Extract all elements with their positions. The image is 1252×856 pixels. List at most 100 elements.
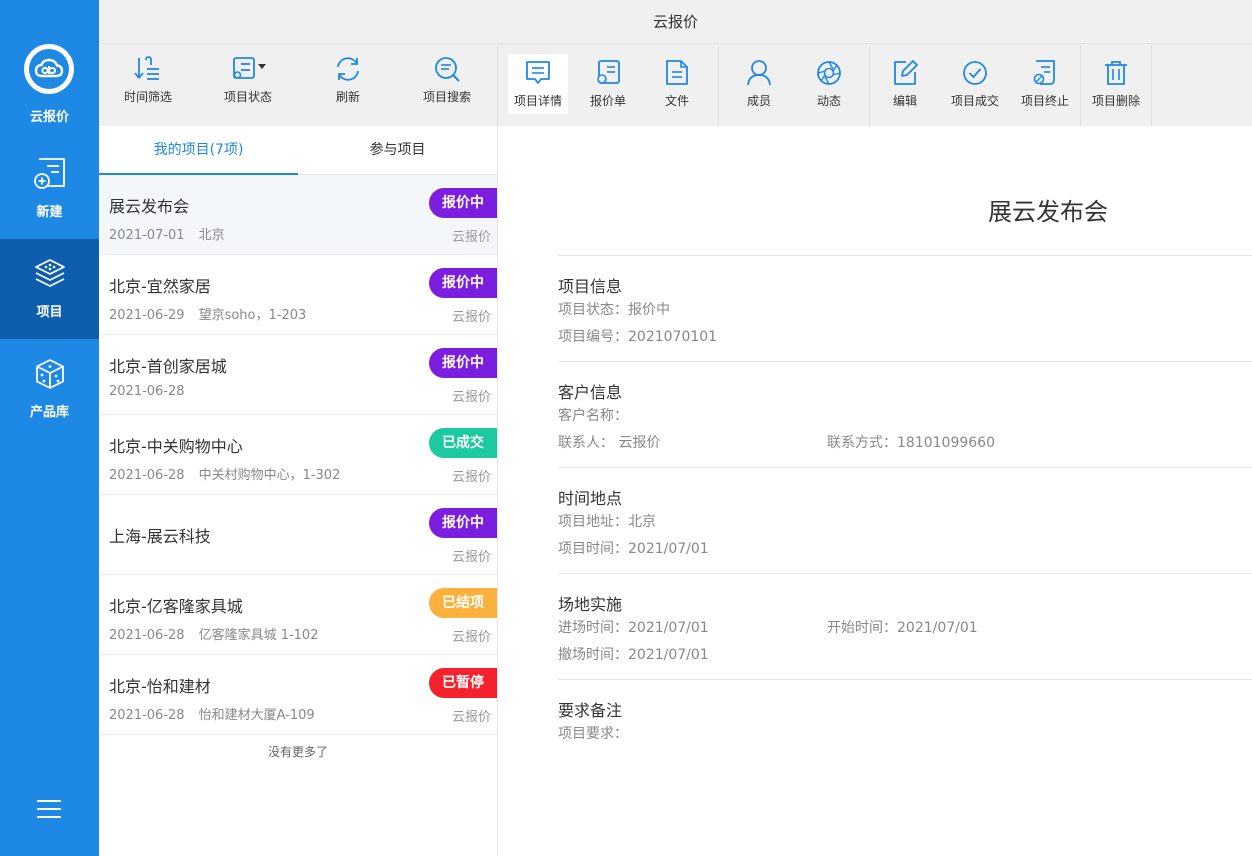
detail-icon	[526, 61, 550, 84]
project-name: 上海-展云科技	[109, 527, 211, 546]
project-number-value: 项目编号：2021070101	[558, 329, 718, 345]
project-date: 2021-06-28	[109, 708, 185, 723]
edit-button[interactable]: 编辑	[885, 54, 925, 114]
project-status-button[interactable]: 项目状态	[219, 54, 277, 114]
project-name: 北京-亿客隆家具城	[109, 597, 243, 616]
start-time-value: 开始时间：2021/07/01	[827, 620, 978, 636]
project-status-value: 项目状态：报价中	[558, 302, 670, 318]
quote-sheet-button[interactable]: 报价单	[583, 54, 633, 114]
activity-button[interactable]: 动态	[809, 54, 849, 114]
project-date: 2021-06-28	[109, 384, 185, 399]
section-site: 场地实施 进场时间：2021/07/01 开始时间：2021/07/01 撤场时…	[558, 573, 1252, 679]
project-date: 2021-06-29	[109, 308, 185, 323]
project-delete-button[interactable]: 项目删除	[1086, 54, 1146, 114]
project-meta: 2021-06-28 亿客隆家具城 1-102	[109, 624, 318, 643]
project-meta: 2021-06-28 怡和建材大厦A-109	[109, 704, 315, 723]
time-filter-label: 时间筛选	[123, 90, 172, 104]
project-list-item[interactable]: 展云发布会 2021-07-01 北京 报价中 云报价	[99, 175, 497, 255]
trash-icon	[1105, 61, 1127, 85]
project-source: 云报价	[451, 630, 491, 645]
project-name: 展云发布会	[109, 197, 190, 216]
nav-item-new-label: 新建	[36, 205, 63, 220]
project-deal-label: 项目成交	[950, 94, 999, 108]
files-label: 文件	[664, 94, 689, 108]
status-dropdown-icon	[233, 57, 266, 79]
status-badge: 报价中	[429, 508, 497, 538]
cube-icon	[36, 359, 64, 389]
refresh-label: 刷新	[335, 90, 360, 104]
nav-item-projects[interactable]: 项目	[0, 239, 99, 339]
app-logo[interactable]: 云报价	[0, 0, 99, 140]
project-date: 2021-06-28	[109, 628, 185, 643]
user-icon	[747, 60, 771, 86]
project-location: 怡和建材大厦A-109	[198, 708, 315, 723]
tab-my-projects[interactable]: 我的项目(7项)	[99, 126, 298, 175]
time-filter-button[interactable]: 时间筛选	[119, 54, 177, 114]
section-time-place: 时间地点 项目地址：北京 项目时间：2021/07/01	[558, 467, 1252, 573]
section-heading: 要求备注	[558, 701, 623, 720]
project-detail-button[interactable]: 项目详情	[508, 54, 568, 114]
project-name: 北京-首创家居城	[109, 357, 227, 376]
left-nav: 云报价 新建 项目 产品库	[0, 0, 99, 856]
project-meta: 2021-06-29 望京soho，1-203	[109, 304, 306, 323]
project-list-item[interactable]: 北京-中关购物中心 2021-06-28 中关村购物中心，1-302 已成交 云报…	[99, 415, 497, 495]
project-search-button[interactable]: 项目搜索	[417, 54, 477, 114]
terminate-document-icon	[1033, 60, 1055, 85]
project-list-item[interactable]: 上海-展云科技 报价中 云报价	[99, 495, 497, 575]
status-badge: 已成交	[429, 428, 497, 458]
toolbar-divider	[1080, 46, 1081, 126]
project-location: 望京soho，1-203	[198, 308, 307, 323]
nav-item-product-library[interactable]: 产品库	[0, 339, 99, 439]
project-list-item[interactable]: 北京-怡和建材 2021-06-28 怡和建材大厦A-109 已暂停 云报价	[99, 655, 497, 735]
refresh-icon	[337, 57, 359, 81]
project-list-item[interactable]: 北京-首创家居城 2021-06-28 报价中 云报价	[99, 335, 497, 415]
project-source: 云报价	[451, 470, 491, 485]
project-terminate-button[interactable]: 项目终止	[1015, 54, 1075, 114]
nav-item-new[interactable]: 新建	[0, 139, 99, 239]
files-button[interactable]: 文件	[657, 54, 697, 114]
status-badge: 报价中	[429, 268, 497, 298]
project-delete-label: 项目删除	[1091, 94, 1140, 108]
project-list-item[interactable]: 北京-宜然家居 2021-06-29 望京soho，1-203 报价中 云报价	[99, 255, 497, 335]
new-document-icon	[34, 158, 65, 189]
cloud-logo-icon	[24, 44, 74, 94]
file-icon	[666, 60, 688, 85]
project-search-label: 项目搜索	[422, 90, 471, 104]
project-source: 云报价	[451, 710, 491, 725]
project-meta: 2021-07-01 北京	[109, 224, 225, 243]
section-customer-info: 客户信息 客户名称： 联系人： 云报价 联系方式：18101099660	[558, 361, 1252, 467]
project-detail-panel: 展云发布会 项目信息 项目状态：报价中 项目编号：2021070101 客户信息…	[498, 126, 1252, 856]
sort-icon	[134, 56, 159, 80]
project-deal-button[interactable]: 项目成交	[945, 54, 1005, 114]
quote-sheet-icon	[597, 60, 620, 84]
project-name: 北京-中关购物中心	[109, 437, 243, 456]
project-time-value: 项目时间：2021/07/01	[558, 541, 709, 557]
toolbar-divider	[497, 46, 498, 126]
status-badge: 报价中	[429, 188, 497, 218]
search-icon	[435, 57, 460, 82]
project-source: 云报价	[451, 310, 491, 325]
refresh-button[interactable]: 刷新	[327, 54, 369, 114]
enter-time-value: 进场时间：2021/07/01	[558, 620, 709, 636]
toolbar-divider	[718, 46, 719, 126]
project-list-panel: 我的项目(7项) 参与项目 展云发布会 2021-07-01 北京 报价中 云报价…	[99, 126, 498, 856]
nav-item-projects-label: 项目	[36, 305, 63, 320]
project-meta: 2021-06-28 中关村购物中心，1-302	[109, 464, 340, 483]
exit-time-value: 撤场时间：2021/07/01	[558, 647, 709, 663]
section-project-info: 项目信息 项目状态：报价中 项目编号：2021070101	[558, 255, 1252, 361]
project-name: 北京-怡和建材	[109, 677, 211, 696]
project-detail-label: 项目详情	[513, 94, 562, 108]
no-more-text: 没有更多了	[267, 745, 328, 759]
customer-name-value: 客户名称：	[558, 408, 628, 424]
project-list-item[interactable]: 北京-亿客隆家具城 2021-06-28 亿客隆家具城 1-102 已结项 云报价	[99, 575, 497, 655]
edit-label: 编辑	[892, 94, 917, 108]
toolbar: 时间筛选 项目状态 刷新 项目搜索 项目详情 报价单 文件 成员 动态 编辑 项…	[99, 44, 1252, 126]
members-button[interactable]: 成员	[739, 54, 779, 114]
section-heading: 项目信息	[558, 277, 623, 296]
contact-phone-value: 联系方式：18101099660	[827, 435, 995, 451]
check-circle-icon	[963, 61, 987, 85]
project-source: 云报价	[451, 230, 491, 245]
hamburger-menu-icon[interactable]	[36, 796, 62, 822]
tab-joined-projects[interactable]: 参与项目	[298, 126, 497, 175]
quote-sheet-label: 报价单	[589, 94, 626, 108]
